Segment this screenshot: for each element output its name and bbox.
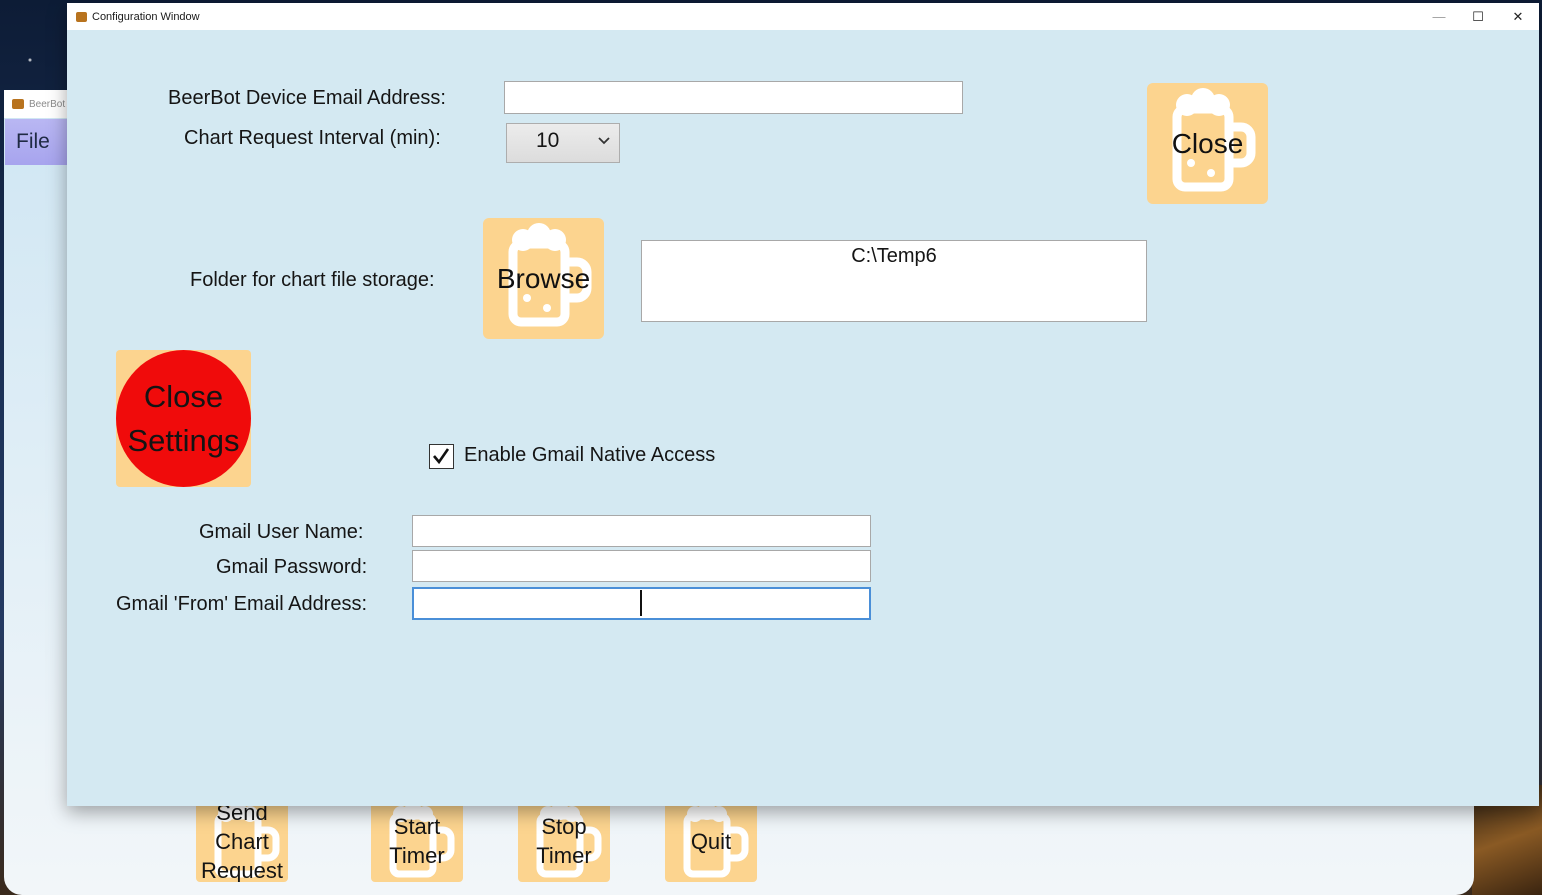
stop-timer-button[interactable]: Stop Timer	[518, 800, 610, 882]
maximize-button[interactable]: ☐	[1458, 3, 1498, 30]
gmail-password-input[interactable]	[412, 550, 871, 582]
chart-interval-value: 10	[536, 129, 560, 152]
checkmark-icon	[433, 448, 450, 465]
chevron-down-icon	[598, 137, 610, 145]
minimize-button[interactable]: —	[1419, 3, 1459, 30]
config-window-titlebar[interactable]: Configuration Window	[67, 3, 1539, 30]
config-window-title: Configuration Window	[92, 10, 200, 23]
gmail-native-checkbox[interactable]	[429, 444, 454, 469]
send-chart-request-label: Send Chart Request	[201, 800, 283, 882]
browse-button-label: Browse	[496, 262, 591, 294]
beerbot-app-icon	[76, 11, 87, 22]
close-window-button[interactable]: ✕	[1498, 3, 1538, 30]
stop-timer-label: Stop Timer	[536, 814, 592, 868]
menu-file[interactable]: File	[5, 119, 69, 165]
close-button-label: Close	[1171, 127, 1244, 159]
gmail-native-label: Enable Gmail Native Access	[464, 444, 716, 466]
folder-path-display[interactable]: C:\Temp6	[641, 240, 1147, 322]
desktop-background: BeerBot V File Send Chart Request Start …	[0, 0, 1542, 895]
close-button[interactable]: Close	[1147, 83, 1268, 204]
chart-interval-select[interactable]: 10	[506, 123, 620, 163]
browse-button[interactable]: Browse	[483, 218, 604, 339]
device-email-label: BeerBot Device Email Address:	[168, 87, 446, 109]
quit-label: Quit	[690, 828, 732, 854]
close-settings-button[interactable]: Close Settings	[116, 350, 251, 487]
close-settings-label: Close Settings	[127, 378, 240, 458]
gmail-password-label: Gmail Password:	[216, 556, 368, 578]
send-chart-request-button[interactable]: Send Chart Request	[196, 800, 288, 882]
chart-interval-label: Chart Request Interval (min):	[184, 127, 441, 149]
gmail-user-input[interactable]	[412, 515, 871, 547]
configuration-window: Configuration Window — ☐ ✕ BeerBot Devic…	[67, 3, 1539, 806]
gmail-from-label: Gmail 'From' Email Address:	[116, 593, 368, 615]
quit-button[interactable]: Quit	[665, 800, 757, 882]
beerbot-app-icon	[12, 99, 24, 109]
text-cursor	[640, 590, 642, 616]
folder-label: Folder for chart file storage:	[190, 269, 435, 291]
device-email-input[interactable]	[504, 81, 963, 114]
start-timer-button[interactable]: Start Timer	[371, 800, 463, 882]
gmail-user-label: Gmail User Name:	[199, 521, 364, 543]
start-timer-label: Start Timer	[389, 814, 445, 868]
